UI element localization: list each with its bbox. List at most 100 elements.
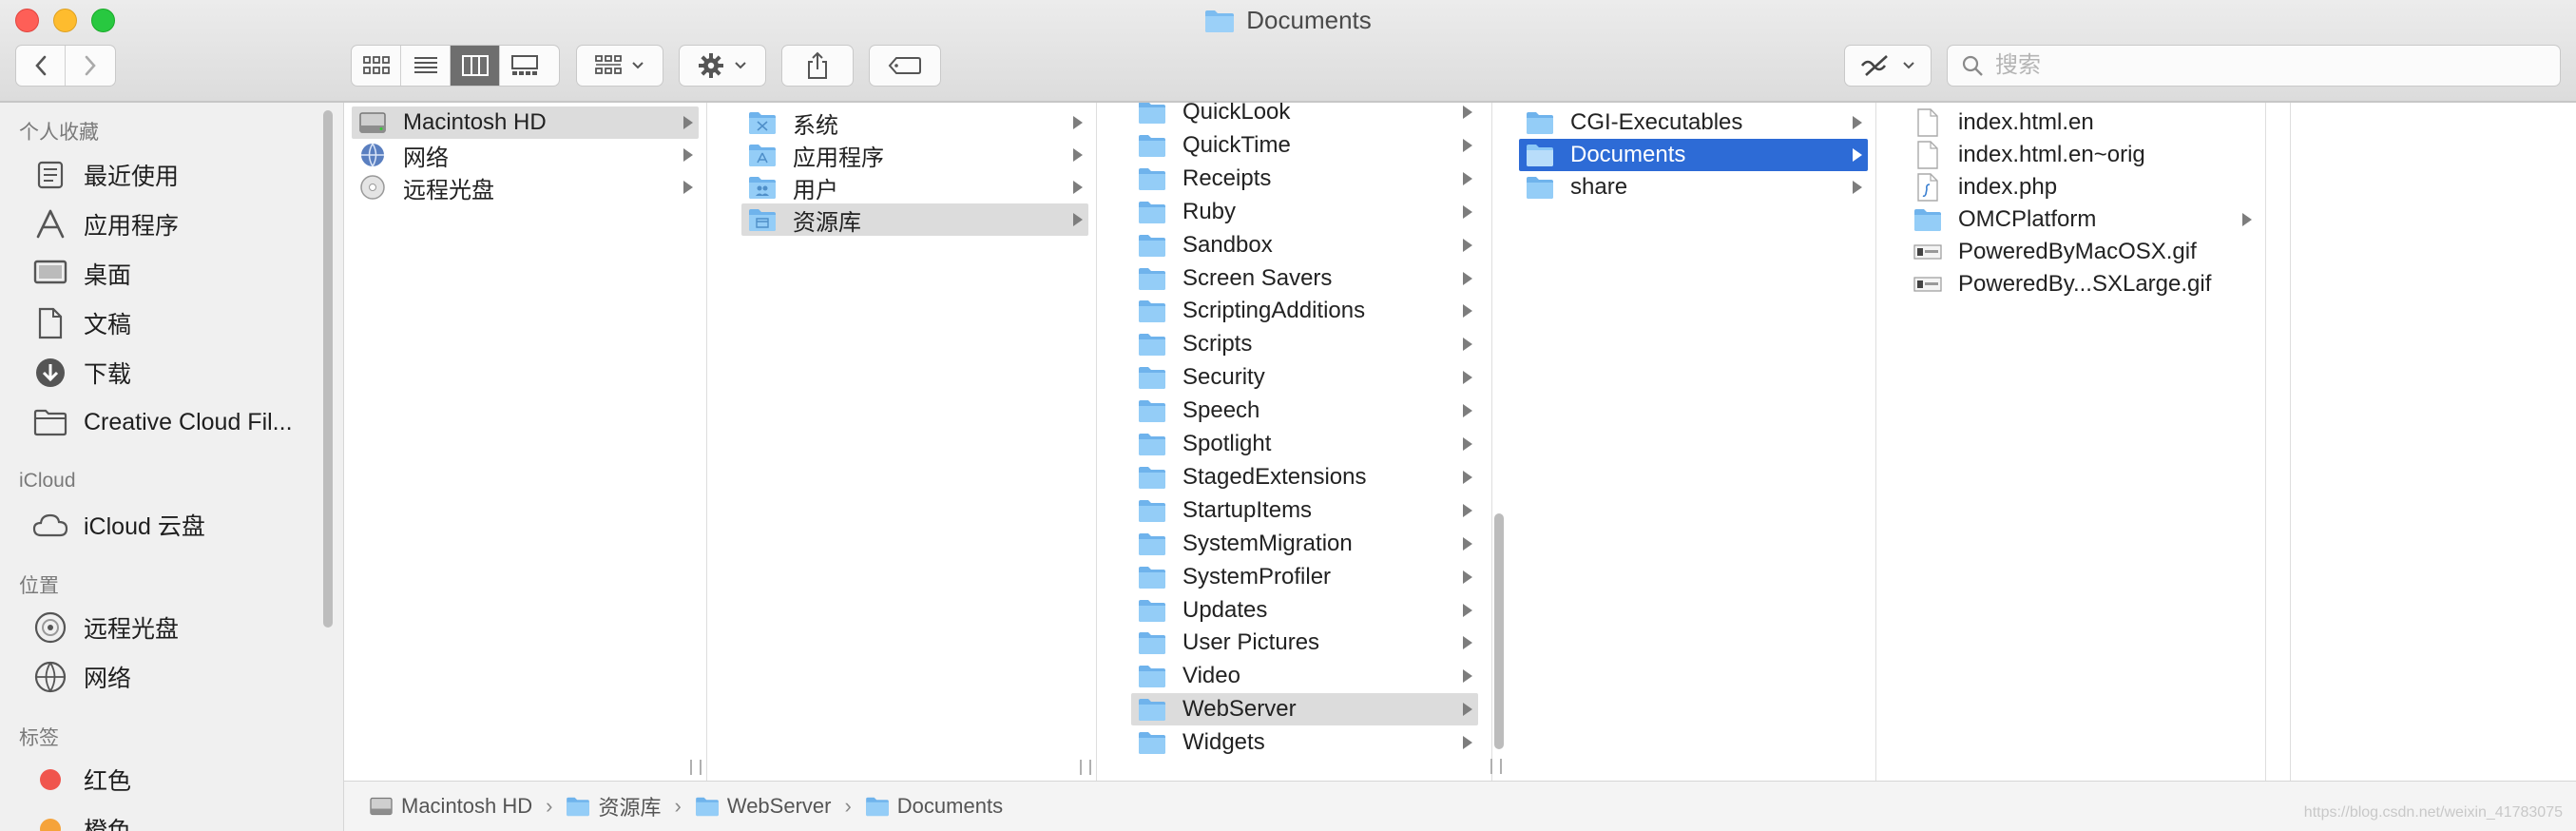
list-item-cgi-executables[interactable]: CGI-Executables — [1519, 106, 1868, 139]
sidebar-header-tags: 标签 — [19, 727, 59, 749]
sidebar-item-applications[interactable]: 应用程序 — [32, 203, 317, 245]
quick-actions-button[interactable] — [1844, 45, 1932, 87]
item-label: 用户 — [793, 177, 838, 203]
path-crumb-macintosh-hd[interactable]: Macintosh HD — [369, 794, 532, 819]
list-view-icon — [413, 57, 437, 73]
crumb-label: Macintosh HD — [401, 794, 533, 818]
list-item[interactable]: Screen Savers — [1131, 262, 1478, 295]
list-item[interactable]: QuickLook — [1131, 103, 1478, 128]
list-item[interactable]: Sandbox — [1131, 229, 1478, 261]
list-item[interactable]: Widgets — [1131, 726, 1478, 759]
sidebar-item-documents[interactable]: 文稿 — [32, 302, 317, 344]
hard-drive-icon — [357, 108, 388, 137]
item-label: index.php — [1958, 174, 2058, 200]
folder-icon — [1137, 103, 1167, 126]
item-label: QuickLook — [1182, 103, 1291, 125]
sidebar-item-label: 橙色 — [84, 818, 132, 831]
column-resize-handle[interactable] — [1080, 760, 1091, 775]
tags-button[interactable] — [869, 45, 941, 87]
column-view-button[interactable] — [451, 46, 500, 86]
list-item-file[interactable]: index.html.en — [1907, 106, 2258, 139]
back-forward-control — [15, 45, 116, 87]
sidebar-item-downloads[interactable]: 下载 — [32, 352, 317, 394]
list-item[interactable]: StartupItems — [1131, 494, 1478, 527]
list-item-remote-disc[interactable]: 远程光盘 — [352, 171, 699, 203]
sidebar-item-icloud-drive[interactable]: iCloud 云盘 — [32, 504, 317, 546]
red-tag-icon — [40, 769, 61, 790]
list-item-file[interactable]: PoweredBy...SXLarge.gif — [1907, 268, 2258, 300]
list-item[interactable]: User Pictures — [1131, 627, 1478, 659]
item-label: PoweredByMacOSX.gif — [1958, 239, 2197, 264]
list-item[interactable]: Security — [1131, 361, 1478, 394]
item-label: PoweredBy...SXLarge.gif — [1958, 271, 2212, 297]
list-item-system[interactable]: 系统 — [741, 106, 1088, 139]
sidebar-item-tag-red[interactable]: 红色 — [32, 759, 317, 801]
item-label: Updates — [1182, 596, 1268, 623]
search-field[interactable] — [1947, 45, 2561, 87]
library-column-scrollbar[interactable] — [1494, 513, 1504, 749]
list-item[interactable]: SystemProfiler — [1131, 561, 1478, 593]
list-item[interactable]: Speech — [1131, 395, 1478, 427]
disclosure-arrow-icon — [1463, 736, 1472, 750]
icon-view-button[interactable] — [352, 46, 401, 86]
list-item[interactable]: StagedExtensions — [1131, 461, 1478, 493]
list-item[interactable]: ScriptingAdditions — [1131, 295, 1478, 327]
forward-button[interactable] — [66, 46, 115, 86]
chevron-right-icon — [85, 55, 96, 76]
documents-icon — [32, 305, 68, 341]
list-item-file[interactable]: PoweredByMacOSX.gif — [1907, 236, 2258, 268]
list-item-file[interactable]: index.html.en~orig — [1907, 139, 2258, 171]
list-item[interactable]: Spotlight — [1131, 428, 1478, 460]
list-item-omcplatform[interactable]: OMCPlatform — [1907, 203, 2258, 236]
list-item[interactable]: Updates — [1131, 594, 1478, 627]
gallery-view-button[interactable] — [500, 46, 549, 86]
list-item[interactable]: Video — [1131, 660, 1478, 692]
sidebar-item-recents[interactable]: 最近使用 — [32, 154, 317, 196]
item-label: 远程光盘 — [403, 177, 494, 203]
folder-icon — [747, 141, 778, 169]
sidebar-item-creative-cloud[interactable]: Creative Cloud Fil... — [32, 401, 317, 443]
list-item[interactable]: WebServer — [1131, 693, 1478, 726]
sidebar-scrollbar[interactable] — [323, 110, 333, 628]
list-item-library[interactable]: 资源库 — [741, 203, 1088, 236]
sidebar-item-network[interactable]: 网络 — [32, 656, 317, 698]
column-resize-handle[interactable] — [690, 760, 702, 775]
action-menu-button[interactable] — [679, 45, 766, 87]
list-item-file[interactable]: index.php — [1907, 171, 2258, 203]
folder-icon — [1137, 264, 1167, 293]
watermark: https://blog.csdn.net/weixin_41783075 — [2303, 804, 2563, 821]
column-resize-handle[interactable] — [1490, 759, 1502, 774]
item-label: Video — [1182, 663, 1240, 689]
back-button[interactable] — [16, 46, 66, 86]
path-crumb-library[interactable]: 资源库 — [566, 791, 662, 821]
list-item-network[interactable]: 网络 — [352, 139, 699, 171]
disclosure-arrow-icon — [683, 181, 693, 194]
list-view-button[interactable] — [401, 46, 451, 86]
disclosure-arrow-icon — [1463, 271, 1472, 285]
sidebar-item-desktop[interactable]: 桌面 — [32, 253, 317, 295]
folder-icon — [1137, 695, 1167, 724]
list-item-macintosh-hd[interactable]: Macintosh HD — [352, 106, 699, 139]
sidebar-item-tag-orange[interactable]: 橙色 — [32, 808, 317, 831]
list-item-applications[interactable]: 应用程序 — [741, 139, 1088, 171]
folder-icon — [567, 797, 590, 817]
item-label: Receipts — [1182, 164, 1272, 191]
list-item-share[interactable]: share — [1519, 171, 1868, 203]
list-item[interactable]: Receipts — [1131, 163, 1478, 195]
sidebar-item-remote-disc[interactable]: 远程光盘 — [32, 607, 317, 648]
list-item[interactable]: SystemMigration — [1131, 528, 1478, 560]
item-label: Screen Savers — [1182, 264, 1333, 291]
list-item-documents[interactable]: Documents — [1519, 139, 1868, 171]
share-button[interactable] — [781, 45, 854, 87]
column-volumes: Macintosh HD 网络 远程光盘 — [344, 103, 707, 781]
group-by-button[interactable] — [576, 45, 663, 87]
item-label: 资源库 — [793, 209, 861, 236]
image-file-icon — [1913, 270, 1943, 299]
list-item-users[interactable]: 用户 — [741, 171, 1088, 203]
path-crumb-documents[interactable]: Documents — [865, 794, 1003, 819]
search-input[interactable] — [1993, 51, 2529, 80]
path-crumb-webserver[interactable]: WebServer — [695, 794, 831, 819]
list-item[interactable]: QuickTime — [1131, 129, 1478, 162]
list-item[interactable]: Scripts — [1131, 328, 1478, 360]
list-item[interactable]: Ruby — [1131, 196, 1478, 228]
